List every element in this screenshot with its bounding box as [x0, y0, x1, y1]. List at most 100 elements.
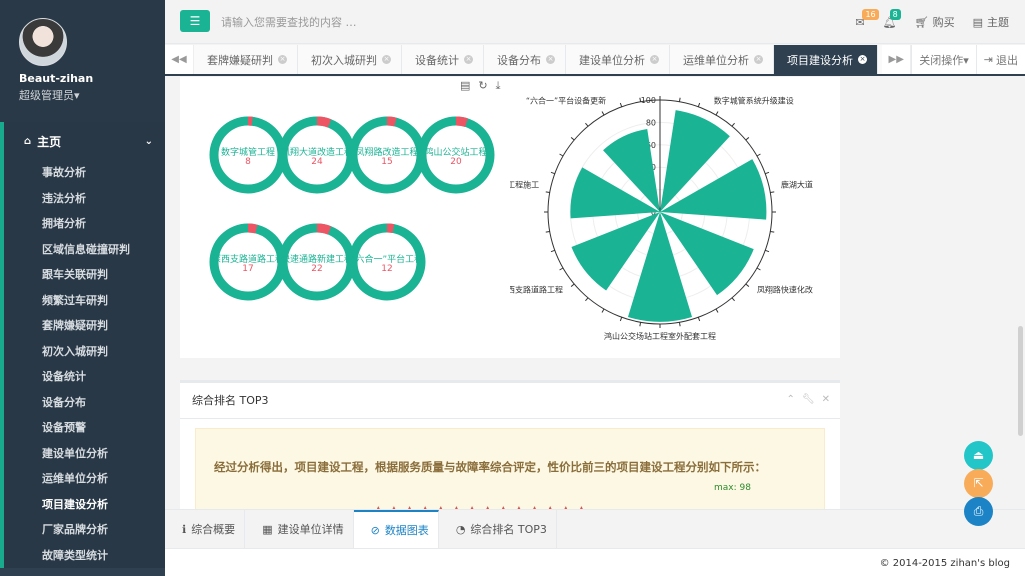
- main-content: ▤ ↻ ⤓ 数字城管工程 8 凤翔大道改造工程 24 凤翔路改造工程 15 鸿山公交站工程 2…: [165, 77, 1025, 509]
- sidebar: Beaut-zihan 超级管理员▾ ⌂ 主页 ⌄ 事故分析 违法分析 拥堵分析 区域…: [0, 0, 165, 576]
- polar-angle-tick: [639, 97, 642, 102]
- user-role-dropdown[interactable]: 超级管理员▾: [19, 87, 165, 103]
- polar-angle-tick: [715, 111, 719, 116]
- logout-button[interactable]: ⇥ 退出: [975, 45, 1025, 74]
- page-tab[interactable]: 运维单位分析 ×: [670, 45, 774, 74]
- scrollbar[interactable]: [1018, 326, 1023, 436]
- sidebar-item[interactable]: 初次入城研判: [4, 339, 165, 365]
- tab-close-icon[interactable]: ×: [546, 55, 555, 64]
- ranking-panel: 综合排名 TOP3 ⌃ 🔧︎ ✕ 经过分析得出，项目建设工程，根据服务质量与故障…: [180, 380, 840, 509]
- polar-angle-tick: [745, 283, 750, 287]
- donut-chart[interactable]: “六合一”平台工程 12: [347, 222, 427, 302]
- page-tab-label: 套牌嫌疑研判: [207, 53, 273, 67]
- pie-icon: ◔: [455, 522, 466, 536]
- alert-button[interactable]: 🔔︎ 8: [883, 8, 901, 29]
- sidebar-item[interactable]: 频繁过车研判: [4, 288, 165, 314]
- donut-chart[interactable]: 凤翔路改造工程 15: [347, 115, 427, 195]
- polar-angle-tick: [756, 153, 761, 157]
- polar-angle-tick: [545, 191, 550, 194]
- tab-scroll-right-button[interactable]: ▶▶: [882, 45, 912, 74]
- tab-overview[interactable]: ℹ 综合概要: [165, 510, 246, 548]
- page-tab-label: 项目建设分析: [787, 53, 853, 67]
- sidebar-item[interactable]: 故障类型统计: [4, 543, 165, 569]
- donut-chart[interactable]: 凤翔大道改造工程 24: [277, 115, 357, 195]
- page-tab[interactable]: 建设单位分析 ×: [566, 45, 670, 74]
- data-view-icon[interactable]: ▤: [460, 79, 470, 93]
- polar-angle-tick: [697, 102, 701, 107]
- donut-chart[interactable]: 快速通路新建工程 22: [277, 222, 357, 302]
- download-icon[interactable]: ⤓: [496, 79, 501, 93]
- logout-label: 退出: [996, 53, 1018, 67]
- sidebar-item[interactable]: 区域信息碰撞研判: [4, 237, 165, 263]
- tab-close-icon[interactable]: ×: [858, 55, 867, 64]
- page-tab[interactable]: 设备统计 ×: [402, 45, 484, 74]
- tab-unit-details[interactable]: ▦ 建设单位详情: [245, 510, 354, 548]
- sidebar-item[interactable]: 厂家品牌分析: [4, 517, 165, 543]
- tab-close-icon[interactable]: ×: [382, 55, 391, 64]
- donut-chart[interactable]: 数字城管工程 8: [208, 115, 288, 195]
- close-icon[interactable]: ✕: [822, 394, 830, 405]
- result-message: 经过分析得出，项目建设工程，根据服务质量与故障率综合评定，性价比前三的项目建设工…: [214, 460, 766, 474]
- eject-button[interactable]: ⏏: [964, 441, 993, 470]
- polar-angle-tick: [619, 317, 623, 322]
- share-button[interactable]: ⇱: [964, 469, 993, 498]
- page-tab-label: 设备统计: [415, 53, 459, 67]
- donut-value: 15: [381, 157, 393, 167]
- wrench-icon[interactable]: 🔧︎: [802, 394, 815, 405]
- search-input[interactable]: 请输入您需要查找的内容 …: [221, 14, 357, 30]
- nav-section-home[interactable]: ⌂ 主页 ⌄: [0, 122, 165, 160]
- result-alert: 经过分析得出，项目建设工程，根据服务质量与故障率综合评定，性价比前三的项目建设工…: [195, 428, 825, 509]
- polar-category-label: 深西支路道路工程: [510, 284, 563, 294]
- tab-close-icon[interactable]: ×: [464, 55, 473, 64]
- sidebar-item[interactable]: 事故分析: [4, 160, 165, 186]
- tab-scroll-left-button[interactable]: ◀◀: [165, 45, 194, 74]
- sidebar-item[interactable]: 设备统计: [4, 364, 165, 390]
- theme-link[interactable]: ▤ 主题: [973, 14, 1009, 30]
- chart-icon: ⊘: [370, 523, 380, 537]
- polar-angle-tick: [559, 153, 564, 157]
- page-tab[interactable]: 项目建设分析 ×: [774, 45, 878, 74]
- tab-close-icon[interactable]: ×: [754, 55, 763, 64]
- print-button[interactable]: ⎙: [964, 497, 993, 526]
- nav-menu: ⌂ 主页 ⌄ 事故分析 违法分析 拥堵分析 区域信息碰撞研判 跟车关联研判 频繁过车研判套…: [0, 122, 165, 568]
- sidebar-item[interactable]: 套牌嫌疑研判: [4, 313, 165, 339]
- page-tab[interactable]: 设备分布 ×: [484, 45, 566, 74]
- sidebar-item[interactable]: 建设单位分析: [4, 441, 165, 467]
- sidebar-item[interactable]: 违法分析: [4, 186, 165, 212]
- tab-close-icon[interactable]: ×: [650, 55, 659, 64]
- avatar[interactable]: [19, 18, 67, 66]
- chevron-down-icon: ⌄: [144, 135, 153, 147]
- donut-chart[interactable]: 鸿山公交站工程 20: [416, 115, 496, 195]
- alert-badge: 8: [889, 8, 901, 20]
- mail-badge: 16: [862, 8, 879, 20]
- collapse-icon[interactable]: ⌃: [787, 394, 795, 405]
- polar-angle-tick: [697, 317, 701, 322]
- polar-angle-tick: [765, 249, 770, 253]
- tab-close-icon[interactable]: ×: [278, 55, 287, 64]
- refresh-icon[interactable]: ↻: [478, 79, 487, 93]
- sidebar-item[interactable]: 运维单位分析: [4, 466, 165, 492]
- donut-chart[interactable]: 深西支路道路工程 17: [208, 222, 288, 302]
- polar-angle-tick: [570, 137, 575, 141]
- tab-data-chart[interactable]: ⊘ 数据图表: [353, 510, 439, 548]
- nav-submenu: 事故分析 违法分析 拥堵分析 区域信息碰撞研判 跟车关联研判 频繁过车研判 套牌嫌疑研判 初次…: [0, 160, 165, 568]
- page-tab[interactable]: 初次入城研判 ×: [298, 45, 402, 74]
- buy-link[interactable]: 🛒︎ 购买: [915, 14, 955, 30]
- tab-ranking[interactable]: ◔ 综合排名 TOP3: [439, 510, 557, 548]
- sidebar-item[interactable]: 设备分布: [4, 390, 165, 416]
- polar-bar-chart: 100806040200数字城管系统升级建设鹿湖大道凤翔路快速化改鸿山公交场站工…: [510, 95, 813, 341]
- logout-icon: ⇥: [983, 53, 993, 66]
- close-operations-dropdown[interactable]: 关闭操作▾: [911, 45, 976, 74]
- home-icon: ⌂: [24, 135, 32, 147]
- donut-value: 24: [311, 157, 323, 167]
- sidebar-item[interactable]: 项目建设分析: [4, 492, 165, 518]
- sidebar-item[interactable]: 设备预警: [4, 415, 165, 441]
- page-tab[interactable]: 套牌嫌疑研判 ×: [194, 45, 298, 74]
- sidebar-item[interactable]: 跟车关联研判: [4, 262, 165, 288]
- page-tab-label: 设备分布: [497, 53, 541, 67]
- sidebar-item[interactable]: 拥堵分析: [4, 211, 165, 237]
- mail-button[interactable]: ✉ 16: [855, 8, 879, 29]
- chart-toolbox: ▤ ↻ ⤓: [460, 79, 501, 93]
- menu-toggle-button[interactable]: ☰: [180, 10, 210, 32]
- polar-category-label: 工程施工: [510, 179, 539, 189]
